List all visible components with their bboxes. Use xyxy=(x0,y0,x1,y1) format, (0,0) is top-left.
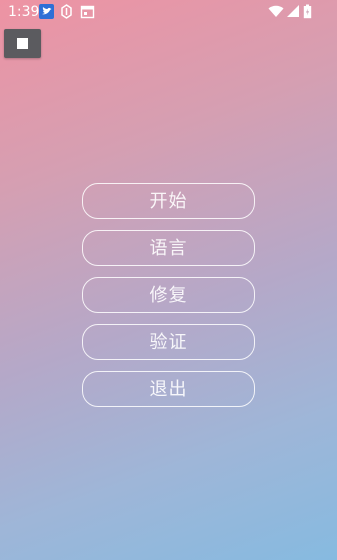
twitter-bird-notification-icon xyxy=(39,4,54,19)
status-bar: 1:39 xyxy=(0,0,337,24)
start-button[interactable]: 开始 xyxy=(82,183,255,219)
wifi-icon xyxy=(268,4,284,19)
language-button[interactable]: 语言 xyxy=(82,230,255,266)
exit-button[interactable]: 退出 xyxy=(82,371,255,407)
signal-icon xyxy=(286,4,301,19)
status-time: 1:39 xyxy=(8,4,40,20)
main-menu: 开始 语言 修复 验证 退出 xyxy=(82,183,255,418)
verify-button[interactable]: 验证 xyxy=(82,324,255,360)
app-notification-icon xyxy=(59,4,74,19)
stop-icon xyxy=(17,38,28,49)
repair-button[interactable]: 修复 xyxy=(82,277,255,313)
battery-icon xyxy=(303,4,312,19)
calendar-notification-icon xyxy=(80,4,95,19)
stop-button[interactable] xyxy=(4,29,41,58)
